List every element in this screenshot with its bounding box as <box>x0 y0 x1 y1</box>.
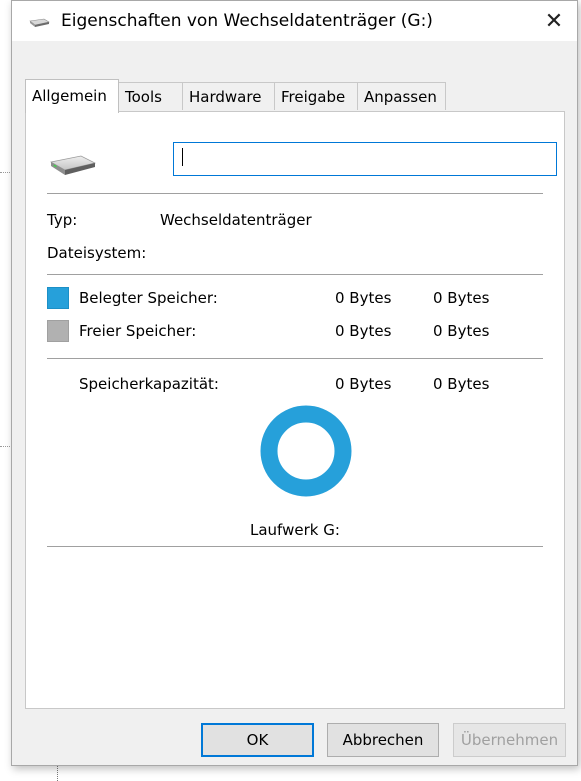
capacity-bytes: 0 Bytes <box>335 375 392 393</box>
separator <box>47 274 543 275</box>
used-space-swatch <box>47 287 69 309</box>
cancel-button[interactable]: Abbrechen <box>327 723 439 757</box>
drive-letter-label: Laufwerk G: <box>250 521 340 539</box>
tab-general[interactable]: Allgemein <box>25 79 119 113</box>
apply-button[interactable]: Übernehmen <box>453 723 566 757</box>
tab-tools[interactable]: Tools <box>118 82 183 110</box>
text-caret <box>182 148 183 166</box>
separator <box>47 358 543 359</box>
tab-sharing[interactable]: Freigabe <box>274 82 358 110</box>
free-space-size: 0 Bytes <box>433 322 490 340</box>
filesystem-label: Dateisystem: <box>47 244 147 262</box>
donut-ring <box>260 405 352 497</box>
capacity-label: Speicherkapazität: <box>79 375 219 393</box>
ok-button[interactable]: OK <box>201 723 314 757</box>
free-space-label: Freier Speicher: <box>79 322 197 340</box>
close-button[interactable]: ✕ <box>531 1 577 41</box>
window-title: Eigenschaften von Wechseldatenträger (G:… <box>61 11 433 31</box>
used-space-bytes: 0 Bytes <box>335 289 392 307</box>
separator <box>47 193 543 194</box>
separator <box>47 546 543 547</box>
type-label: Typ: <box>47 211 78 229</box>
drive-name-input[interactable] <box>173 142 557 176</box>
used-space-size: 0 Bytes <box>433 289 490 307</box>
capacity-size: 0 Bytes <box>433 375 490 393</box>
background-dotted-line <box>0 172 10 173</box>
removable-drive-icon <box>50 155 97 175</box>
background-dotted-line <box>0 446 10 447</box>
tab-hardware[interactable]: Hardware <box>182 82 275 110</box>
close-icon: ✕ <box>544 8 564 34</box>
free-space-bytes: 0 Bytes <box>335 322 392 340</box>
type-value: Wechseldatenträger <box>160 211 312 229</box>
title-bar[interactable]: Eigenschaften von Wechseldatenträger (G:… <box>12 1 577 41</box>
properties-dialog: Eigenschaften von Wechseldatenträger (G:… <box>11 0 578 766</box>
tab-customize[interactable]: Anpassen <box>357 82 446 110</box>
used-space-label: Belegter Speicher: <box>79 289 218 307</box>
free-space-swatch <box>47 320 69 342</box>
removable-drive-icon <box>29 18 50 27</box>
capacity-donut-chart <box>260 405 352 497</box>
